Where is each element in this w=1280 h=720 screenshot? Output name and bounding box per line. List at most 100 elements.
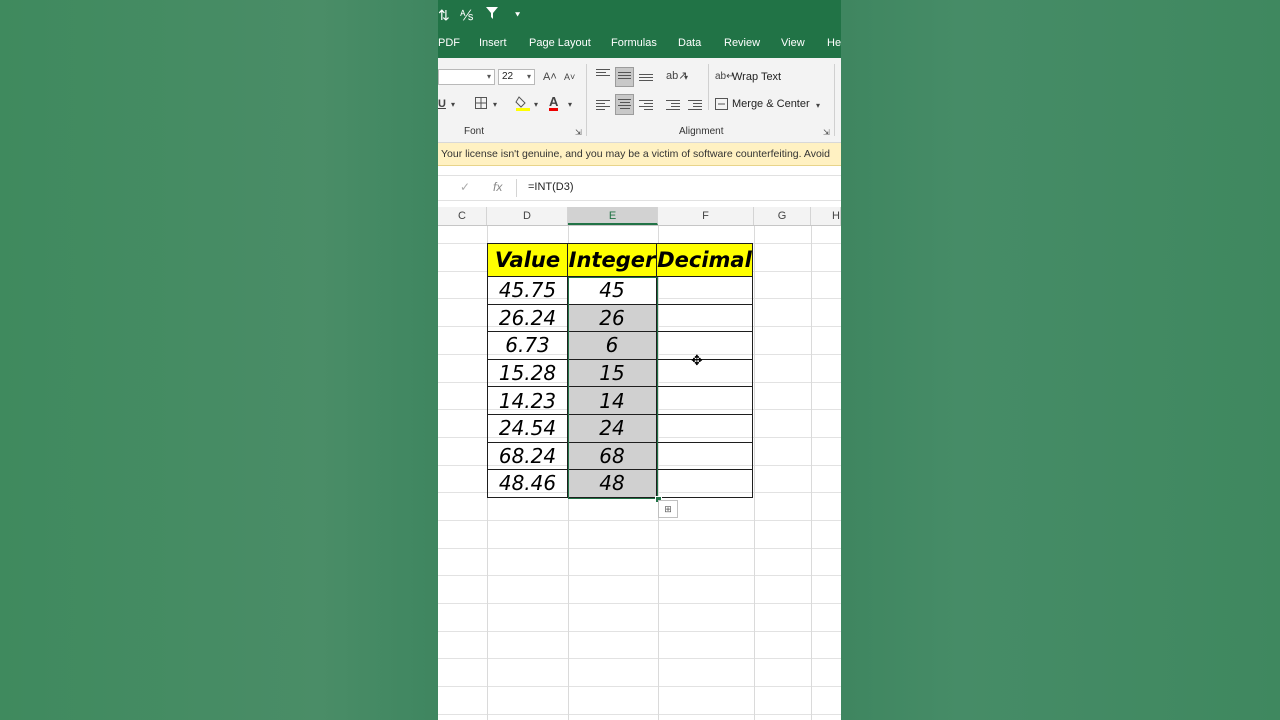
quick-analysis-icon[interactable]: ⊞ bbox=[658, 500, 678, 518]
cell-cursor-icon: ✥ bbox=[691, 352, 703, 368]
table-row: 6.73 6 bbox=[487, 331, 753, 360]
column-header-d[interactable]: D bbox=[487, 207, 568, 225]
gridline bbox=[438, 686, 841, 687]
cell-value[interactable]: 6.73 bbox=[487, 331, 568, 360]
cell-value[interactable]: 68.24 bbox=[487, 441, 568, 471]
align-top-icon[interactable] bbox=[596, 67, 610, 81]
borders-icon[interactable] bbox=[475, 97, 487, 113]
font-size-dropdown[interactable]: 22 ▾ bbox=[498, 69, 535, 85]
decrease-indent-icon[interactable] bbox=[666, 98, 680, 112]
underline-icon[interactable]: U bbox=[438, 97, 446, 111]
header-integer[interactable]: Integer bbox=[567, 243, 657, 277]
quick-access-toolbar: ⇅ ⅍ ⯆ bbox=[438, 0, 841, 30]
table-header-row: Value Integer Decimal bbox=[487, 243, 753, 277]
formula-input[interactable]: =INT(D3) bbox=[528, 181, 574, 193]
tab-review[interactable]: Review bbox=[724, 37, 760, 49]
cell-decimal[interactable] bbox=[656, 358, 753, 388]
font-color-icon[interactable]: A bbox=[549, 95, 559, 111]
cell-decimal[interactable] bbox=[656, 441, 753, 471]
cell-decimal[interactable] bbox=[656, 469, 753, 498]
formula-bar-separator bbox=[516, 179, 517, 197]
table-row: 48.46 48 bbox=[487, 469, 753, 498]
cell-integer[interactable]: 26 bbox=[567, 303, 657, 333]
align-left-icon[interactable] bbox=[596, 98, 610, 112]
grow-font-icon[interactable]: A˄ bbox=[543, 70, 557, 84]
gridline bbox=[811, 226, 812, 720]
gridline bbox=[438, 658, 841, 659]
cell-value[interactable]: 14.23 bbox=[487, 386, 568, 415]
tab-view[interactable]: View bbox=[781, 37, 805, 49]
gridline bbox=[754, 226, 755, 720]
align-middle-icon[interactable] bbox=[615, 67, 634, 87]
data-table: Value Integer Decimal 45.75 45 26.24 26 … bbox=[487, 243, 753, 498]
header-value[interactable]: Value bbox=[487, 243, 568, 277]
tab-insert[interactable]: Insert bbox=[479, 37, 507, 49]
ribbon-separator bbox=[708, 64, 709, 110]
table-row: 24.54 24 bbox=[487, 413, 753, 443]
cell-decimal[interactable] bbox=[656, 331, 753, 360]
font-name-dropdown[interactable]: ▾ bbox=[438, 69, 495, 85]
cell-integer[interactable]: 48 bbox=[567, 469, 657, 498]
gridline bbox=[438, 714, 841, 715]
cell-decimal[interactable] bbox=[656, 303, 753, 333]
column-header-h[interactable]: H bbox=[811, 207, 841, 225]
font-dialog-launcher-icon[interactable]: ⇲ bbox=[575, 126, 582, 140]
header-decimal[interactable]: Decimal bbox=[656, 243, 753, 277]
gridline bbox=[438, 603, 841, 604]
tab-help[interactable]: He bbox=[827, 37, 841, 49]
excel-window: ⇅ ⅍ ⯆ PDF Insert Page Layout Formulas Da… bbox=[438, 0, 841, 720]
alignment-dialog-launcher-icon[interactable]: ⇲ bbox=[823, 126, 830, 140]
fill-color-dropdown-icon[interactable]: ▾ bbox=[534, 98, 538, 112]
align-right-icon[interactable] bbox=[639, 98, 653, 112]
tab-data[interactable]: Data bbox=[678, 37, 701, 49]
cell-integer[interactable]: 14 bbox=[567, 386, 657, 415]
tab-formulas[interactable]: Formulas bbox=[611, 37, 657, 49]
align-bottom-icon[interactable] bbox=[639, 72, 653, 86]
font-size-value: 22 bbox=[502, 71, 514, 82]
customize-qat-icon[interactable]: ⯆ bbox=[514, 6, 521, 24]
cell-value[interactable]: 26.24 bbox=[487, 303, 568, 333]
cell-decimal[interactable] bbox=[656, 386, 753, 415]
merge-center-dropdown-icon[interactable]: ▾ bbox=[816, 99, 820, 113]
borders-dropdown-icon[interactable]: ▾ bbox=[493, 98, 497, 112]
increase-indent-icon[interactable] bbox=[688, 98, 702, 112]
gridline bbox=[438, 575, 841, 576]
cell-integer[interactable]: 15 bbox=[567, 358, 657, 388]
column-header-g[interactable]: G bbox=[754, 207, 811, 225]
cell-integer[interactable]: 24 bbox=[567, 413, 657, 443]
cell-integer[interactable]: 6 bbox=[567, 331, 657, 360]
enter-check-icon[interactable]: ✓ bbox=[460, 180, 470, 194]
worksheet-grid[interactable]: Value Integer Decimal 45.75 45 26.24 26 … bbox=[438, 226, 841, 720]
ribbon-separator bbox=[834, 64, 835, 136]
shrink-font-icon[interactable]: A˅ bbox=[564, 70, 575, 84]
cell-value[interactable]: 48.46 bbox=[487, 469, 568, 498]
cell-decimal[interactable] bbox=[656, 276, 753, 305]
wrap-text-button[interactable]: Wrap Text bbox=[732, 71, 781, 83]
license-warning-text: Your license isn't genuine, and you may … bbox=[441, 148, 830, 160]
tab-page-layout[interactable]: Page Layout bbox=[529, 37, 591, 49]
cell-value[interactable]: 45.75 bbox=[487, 276, 568, 305]
fill-color-icon[interactable] bbox=[515, 95, 531, 115]
column-header-c[interactable]: C bbox=[438, 207, 487, 225]
merge-center-button[interactable]: Merge & Center bbox=[732, 98, 810, 110]
cell-value[interactable]: 24.54 bbox=[487, 413, 568, 443]
font-color-dropdown-icon[interactable]: ▾ bbox=[568, 98, 572, 112]
ribbon-home: ▾ 22 ▾ A˄ A˅ U ▾ ▾ ▾ A ▾ Font ⇲ ab↗ ▾ ab… bbox=[438, 58, 841, 143]
insert-function-icon[interactable]: fx bbox=[493, 180, 502, 194]
cell-decimal[interactable] bbox=[656, 413, 753, 443]
underline-dropdown-icon[interactable]: ▾ bbox=[451, 98, 455, 112]
sort-az-icon[interactable]: ⅍ bbox=[460, 6, 473, 24]
filter-icon[interactable] bbox=[485, 6, 499, 24]
column-header-e[interactable]: E bbox=[568, 207, 658, 225]
merge-center-icon[interactable] bbox=[715, 98, 728, 114]
tab-pdf[interactable]: PDF bbox=[438, 37, 460, 49]
sort-icon[interactable]: ⇅ bbox=[438, 6, 450, 24]
table-row: 68.24 68 bbox=[487, 441, 753, 471]
align-center-icon[interactable] bbox=[615, 94, 634, 115]
ribbon-separator bbox=[586, 64, 587, 136]
orientation-dropdown-icon[interactable]: ▾ bbox=[684, 71, 688, 85]
cell-integer[interactable]: 68 bbox=[567, 441, 657, 471]
cell-integer[interactable]: 45 bbox=[567, 276, 657, 305]
column-header-f[interactable]: F bbox=[658, 207, 754, 225]
cell-value[interactable]: 15.28 bbox=[487, 358, 568, 388]
